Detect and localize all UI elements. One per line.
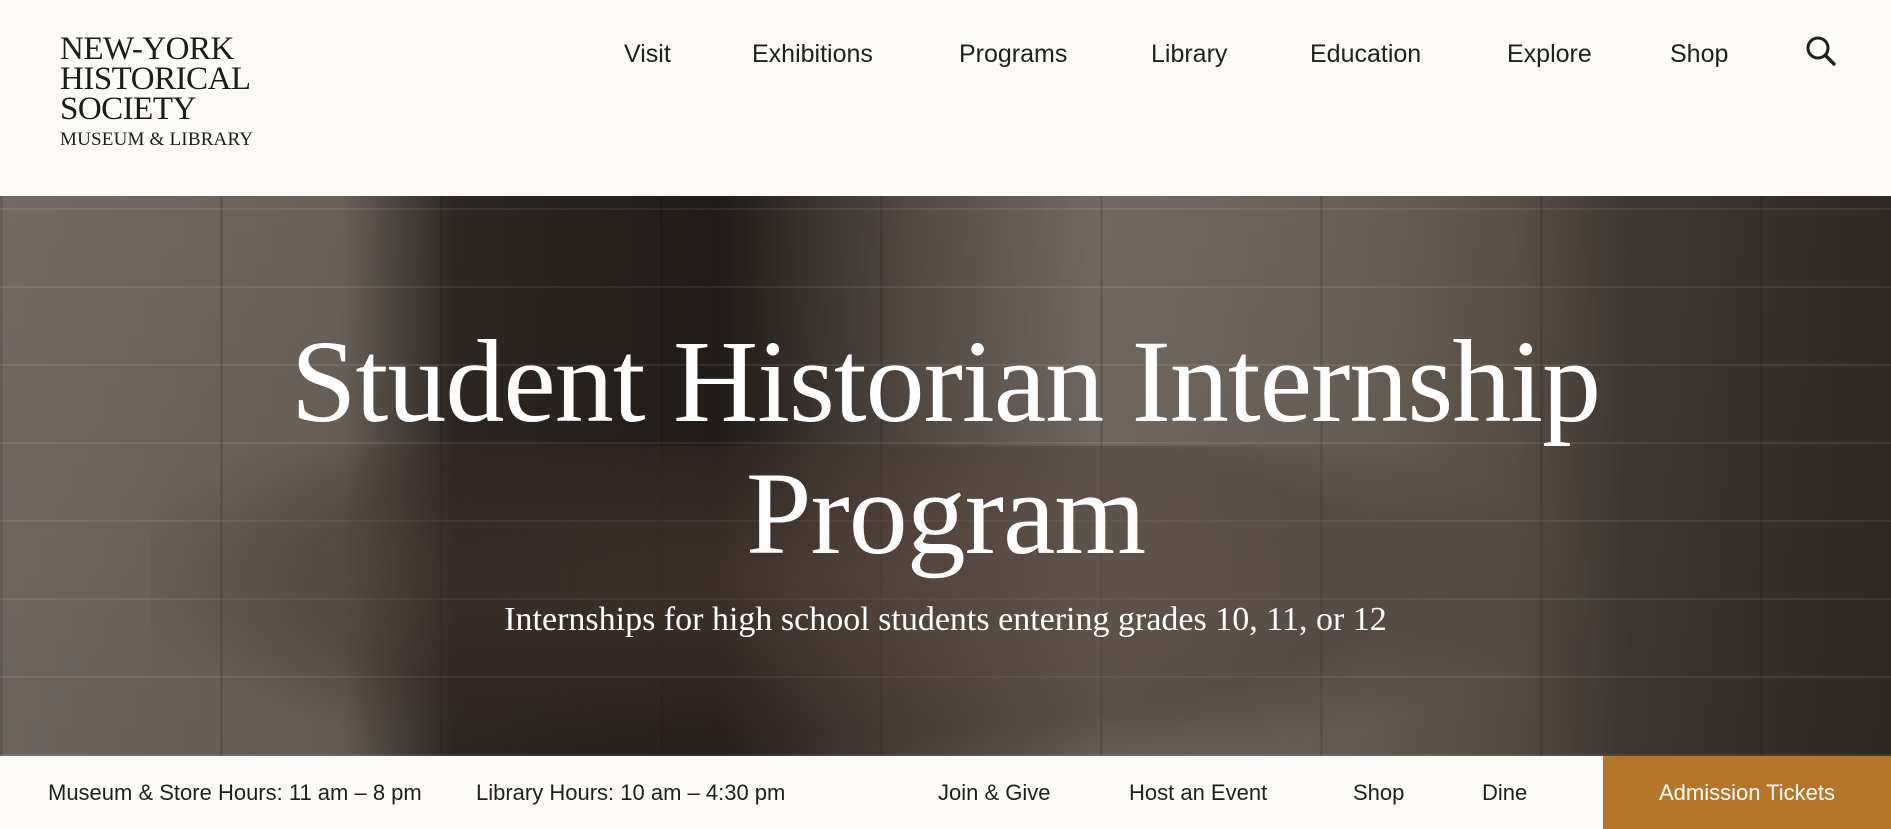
nav-item-explore[interactable]: Explore <box>1507 36 1592 72</box>
host-event-link[interactable]: Host an Event <box>1129 756 1267 829</box>
hero-title: Student Historian Internship Program <box>0 316 1891 580</box>
info-bar: Museum & Store Hours: 11 am – 8 pm Libra… <box>0 756 1891 829</box>
nav-item-shop[interactable]: Shop <box>1670 36 1728 72</box>
main-nav: Visit Exhibitions Programs Library Educa… <box>0 36 1891 72</box>
nav-item-programs[interactable]: Programs <box>959 36 1067 72</box>
logo-line-4: MUSEUM & LIBRARY <box>60 129 254 150</box>
hero-banner: Student Historian Internship Program Int… <box>0 196 1891 756</box>
nav-item-education[interactable]: Education <box>1310 36 1421 72</box>
hero-subtitle: Internships for high school students ent… <box>504 601 1387 638</box>
dine-link[interactable]: Dine <box>1482 756 1527 829</box>
shop-link[interactable]: Shop <box>1353 756 1404 829</box>
museum-hours: Museum & Store Hours: 11 am – 8 pm <box>48 780 422 805</box>
admission-tickets-button[interactable]: Admission Tickets <box>1603 756 1891 829</box>
hero-title-line-2: Program <box>745 448 1146 579</box>
library-hours: Library Hours: 10 am – 4:30 pm <box>476 780 786 805</box>
nav-item-exhibitions[interactable]: Exhibitions <box>752 36 873 72</box>
hero-title-line-1: Student Historian Internship <box>290 316 1601 447</box>
site-header: NEW-YORK HISTORICAL SOCIETY MUSEUM & LIB… <box>0 0 1891 196</box>
logo-line-3: SOCIETY <box>60 91 196 127</box>
nav-item-visit[interactable]: Visit <box>624 36 671 72</box>
search-icon <box>1806 36 1836 66</box>
search-button[interactable] <box>1804 34 1838 68</box>
join-give-link[interactable]: Join & Give <box>938 756 1051 829</box>
nav-item-library[interactable]: Library <box>1151 36 1227 72</box>
